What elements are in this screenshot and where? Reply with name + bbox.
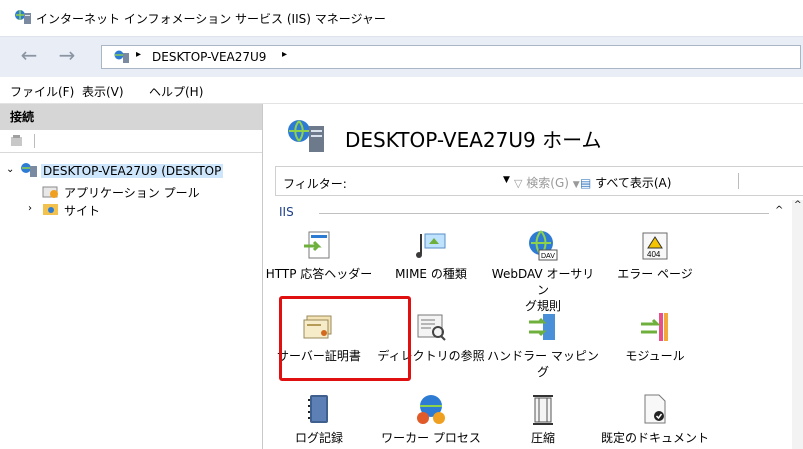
main-pane: DESKTOP-VEA27U9 ホーム フィルター: ▼ ▽ 検索(G) ▼ ▤…	[263, 104, 803, 449]
toolbar-separator	[33, 134, 35, 148]
feature-default-document[interactable]: 既定のドキュメント	[599, 392, 711, 445]
feature-label: MIME の種類	[395, 267, 467, 281]
highlight-box	[279, 296, 411, 381]
feature-modules[interactable]: モジュール	[599, 310, 711, 363]
vertical-scrollbar[interactable]: ^	[792, 200, 803, 449]
compression-icon	[533, 395, 553, 425]
breadcrumb-separator[interactable]: ▸	[282, 49, 287, 60]
back-button[interactable]: ←	[14, 43, 44, 69]
chevron-down-icon: ▼	[572, 180, 580, 190]
group-label: IIS	[279, 205, 294, 219]
group-divider	[319, 213, 769, 214]
http-headers-icon	[304, 231, 330, 259]
feature-label: HTTP 応答ヘッダー	[265, 267, 373, 281]
collapse-group-icon[interactable]: ^	[775, 205, 783, 216]
directory-browse-icon	[417, 314, 446, 341]
filter-go-button[interactable]: ▽ 検索(G) ▼	[514, 174, 580, 191]
toolbar-separator	[738, 173, 739, 189]
feature-mime-types[interactable]: MIME の種類	[375, 228, 487, 281]
feature-handler-mappings[interactable]: ハンドラー マッピング	[487, 310, 599, 379]
server-home-icon	[288, 120, 324, 152]
page-title: DESKTOP-VEA27U9 ホーム	[345, 128, 602, 152]
menu-bar: ファイル(F) 表示(V) ヘルプ(H)	[0, 77, 803, 104]
show-all-label: すべて表示(A)	[595, 176, 672, 190]
error-404-badge: 404	[647, 250, 661, 259]
feature-label: モジュール	[625, 349, 685, 363]
feature-compression[interactable]: 圧縮	[487, 392, 599, 445]
breadcrumb-separator: ▸	[136, 49, 142, 60]
scroll-up-icon[interactable]: ^	[794, 200, 802, 210]
address-bar[interactable]: ▸ DESKTOP-VEA27U9 ▸	[101, 45, 801, 69]
chevron-down-icon[interactable]: ▼	[503, 175, 510, 185]
feature-label: エラー ページ	[617, 267, 693, 281]
navigation-bar: ← → ▸ DESKTOP-VEA27U9 ▸	[0, 36, 803, 78]
tree-node-app-pools[interactable]: アプリケーション プール	[64, 184, 200, 201]
feature-logging[interactable]: ログ記録	[263, 392, 375, 445]
app-pool-icon	[42, 186, 58, 198]
menu-file[interactable]: ファイル(F)	[10, 83, 74, 100]
connections-toolbar	[0, 130, 262, 153]
filter-input[interactable]	[354, 170, 494, 192]
feature-webdav[interactable]: DAV WebDAV オーサリン グ規則	[487, 228, 599, 313]
connections-pane: 接続 ⌄ DESKTOP-VEA27U9 (DESKTOP アプリケーション プ…	[0, 104, 263, 449]
filter-label: フィルター:	[283, 177, 347, 191]
window-title: インターネット インフォメーション サービス (IIS) マネージャー	[36, 12, 386, 26]
breadcrumb-server[interactable]: DESKTOP-VEA27U9	[152, 50, 266, 64]
webdav-icon: DAV	[529, 230, 558, 261]
feature-error-pages[interactable]: 404 エラー ページ	[599, 228, 711, 281]
filter-go-label: 検索(G)	[526, 176, 569, 190]
server-icon	[21, 163, 37, 177]
server-icon	[114, 50, 129, 63]
feature-label: ワーカー プロセス	[381, 431, 481, 445]
feature-http-headers[interactable]: HTTP 応答ヘッダー	[263, 228, 375, 281]
forward-button[interactable]: →	[52, 43, 82, 69]
title-bar: インターネット インフォメーション サービス (IIS) マネージャー	[0, 0, 803, 36]
feature-label: 既定のドキュメント	[600, 431, 709, 445]
collapse-chevron-icon[interactable]: ›	[28, 203, 32, 214]
module-icon	[641, 313, 668, 341]
feature-label: ハンドラー マッピング	[487, 349, 599, 379]
default-document-icon	[644, 394, 666, 424]
connect-icon[interactable]	[10, 134, 24, 148]
menu-help[interactable]: ヘルプ(H)	[149, 83, 203, 100]
group-header: IIS ^	[279, 205, 789, 219]
show-all-icon: ▤	[580, 176, 592, 190]
connections-header: 接続	[0, 104, 262, 130]
error-404-icon: 404	[642, 232, 668, 260]
dav-badge: DAV	[541, 253, 555, 260]
feature-label: 圧縮	[530, 431, 555, 445]
mime-icon	[416, 233, 446, 258]
sites-folder-icon	[43, 204, 58, 215]
logging-icon	[308, 395, 328, 423]
feature-worker-processes[interactable]: ワーカー プロセス	[375, 392, 487, 445]
funnel-icon: ▽	[514, 177, 523, 190]
expand-chevron-icon[interactable]: ⌄	[6, 164, 14, 175]
iis-app-icon	[15, 10, 31, 24]
feature-label: WebDAV オーサリン グ規則	[491, 267, 595, 313]
feature-label: ログ記録	[294, 431, 343, 445]
handler-icon	[529, 314, 555, 340]
menu-view[interactable]: 表示(V)	[82, 83, 124, 100]
worker-icon	[417, 395, 445, 424]
tree-node-sites[interactable]: サイト	[64, 202, 100, 219]
filter-bar: フィルター: ▼ ▽ 検索(G) ▼ ▤ すべて表示(A)	[275, 166, 803, 196]
tree-node-server[interactable]: DESKTOP-VEA27U9 (DESKTOP	[41, 164, 224, 178]
show-all-button[interactable]: ▤ すべて表示(A)	[580, 174, 671, 191]
